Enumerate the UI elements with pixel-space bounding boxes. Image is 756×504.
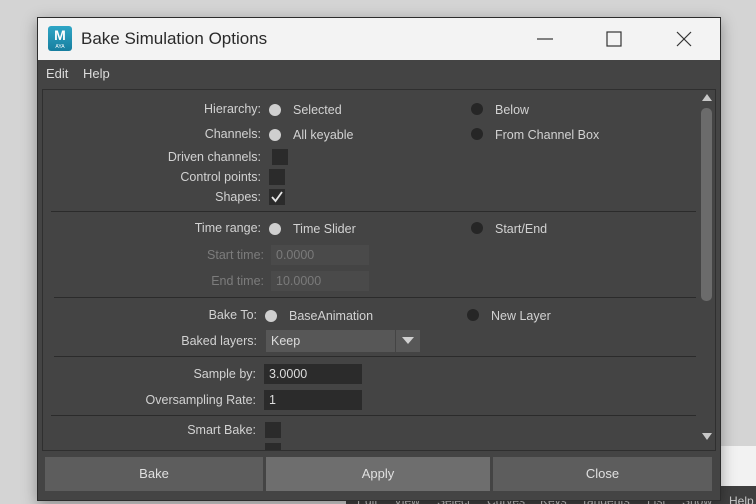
title-bar[interactable]: M AYA Bake Simulation Options — [38, 18, 720, 60]
end-time-label: End time: — [211, 274, 264, 288]
sample-by-field[interactable]: 3.0000 — [264, 364, 362, 384]
control-points-label: Control points: — [180, 170, 261, 184]
time-range-time-slider-radio[interactable] — [269, 223, 281, 235]
bg-menu-help[interactable]: Help — [729, 494, 754, 504]
window-title: Bake Simulation Options — [81, 29, 268, 48]
options-panel: Hierarchy: Selected Below Channels: All … — [42, 89, 716, 451]
maximize-icon — [606, 31, 622, 47]
oversampling-rate-label: Oversampling Rate: — [145, 393, 256, 407]
scrollbar-thumb[interactable] — [701, 108, 712, 301]
separator — [51, 415, 696, 416]
control-points-checkbox[interactable] — [269, 169, 285, 185]
vertical-scrollbar[interactable] — [699, 90, 715, 450]
time-range-start-end-radio[interactable] — [471, 222, 483, 234]
close-window-button[interactable] — [661, 18, 707, 60]
bake-to-base-animation-label[interactable]: BaseAnimation — [289, 309, 373, 323]
partial-checkbox[interactable] — [265, 443, 281, 450]
menu-edit[interactable]: Edit — [46, 66, 68, 81]
time-range-start-end-label[interactable]: Start/End — [495, 222, 547, 236]
bake-button[interactable]: Bake — [45, 457, 263, 491]
maya-app-icon: M AYA — [48, 26, 72, 51]
scroll-up-icon[interactable] — [702, 94, 712, 101]
smart-bake-checkbox[interactable] — [265, 422, 281, 438]
channels-label: Channels: — [204, 127, 261, 141]
end-time-field[interactable]: 10.0000 — [271, 271, 369, 291]
time-range-time-slider-label[interactable]: Time Slider — [293, 222, 356, 236]
background-panel — [716, 446, 756, 486]
close-button[interactable]: Close — [493, 457, 712, 491]
shapes-checkbox[interactable] — [269, 189, 285, 205]
checkmark-icon — [271, 191, 283, 203]
bake-to-new-layer-label[interactable]: New Layer — [491, 309, 551, 323]
channels-all-keyable-radio[interactable] — [269, 129, 281, 141]
time-range-label: Time range: — [194, 221, 261, 235]
baked-layers-dropdown[interactable]: Keep — [266, 330, 420, 352]
sample-by-label: Sample by: — [193, 367, 256, 381]
hierarchy-selected-label[interactable]: Selected — [293, 103, 342, 117]
minimize-icon — [537, 38, 553, 40]
channels-from-channel-box-radio[interactable] — [471, 128, 483, 140]
apply-button[interactable]: Apply — [266, 457, 490, 491]
start-time-field[interactable]: 0.0000 — [271, 245, 369, 265]
start-time-label: Start time: — [207, 248, 264, 262]
separator — [51, 211, 696, 212]
bake-to-base-animation-radio[interactable] — [265, 310, 277, 322]
minimize-button[interactable] — [522, 18, 568, 60]
separator — [54, 297, 696, 298]
channels-all-keyable-label[interactable]: All keyable — [293, 128, 353, 142]
maximize-button[interactable] — [591, 18, 637, 60]
hierarchy-selected-radio[interactable] — [269, 104, 281, 116]
menu-help[interactable]: Help — [83, 66, 110, 81]
oversampling-rate-field[interactable]: 1 — [264, 390, 362, 410]
baked-layers-label: Baked layers: — [181, 334, 257, 348]
bake-to-new-layer-radio[interactable] — [467, 309, 479, 321]
close-icon — [676, 31, 692, 47]
separator — [54, 356, 696, 357]
hierarchy-below-radio[interactable] — [471, 103, 483, 115]
chevron-down-icon — [402, 337, 414, 344]
driven-channels-label: Driven channels: — [167, 150, 261, 164]
bake-simulation-dialog: M AYA Bake Simulation Options Edit Help … — [37, 17, 721, 501]
bake-to-label: Bake To: — [208, 308, 257, 322]
hierarchy-label: Hierarchy: — [204, 102, 261, 116]
smart-bake-label: Smart Bake: — [187, 423, 256, 437]
driven-channels-checkbox[interactable] — [272, 149, 288, 165]
hierarchy-below-label[interactable]: Below — [495, 103, 529, 117]
shapes-label: Shapes: — [215, 190, 261, 204]
channels-from-channel-box-label[interactable]: From Channel Box — [495, 128, 599, 142]
menu-bar: Edit Help — [38, 60, 720, 88]
scroll-down-icon[interactable] — [702, 433, 712, 440]
